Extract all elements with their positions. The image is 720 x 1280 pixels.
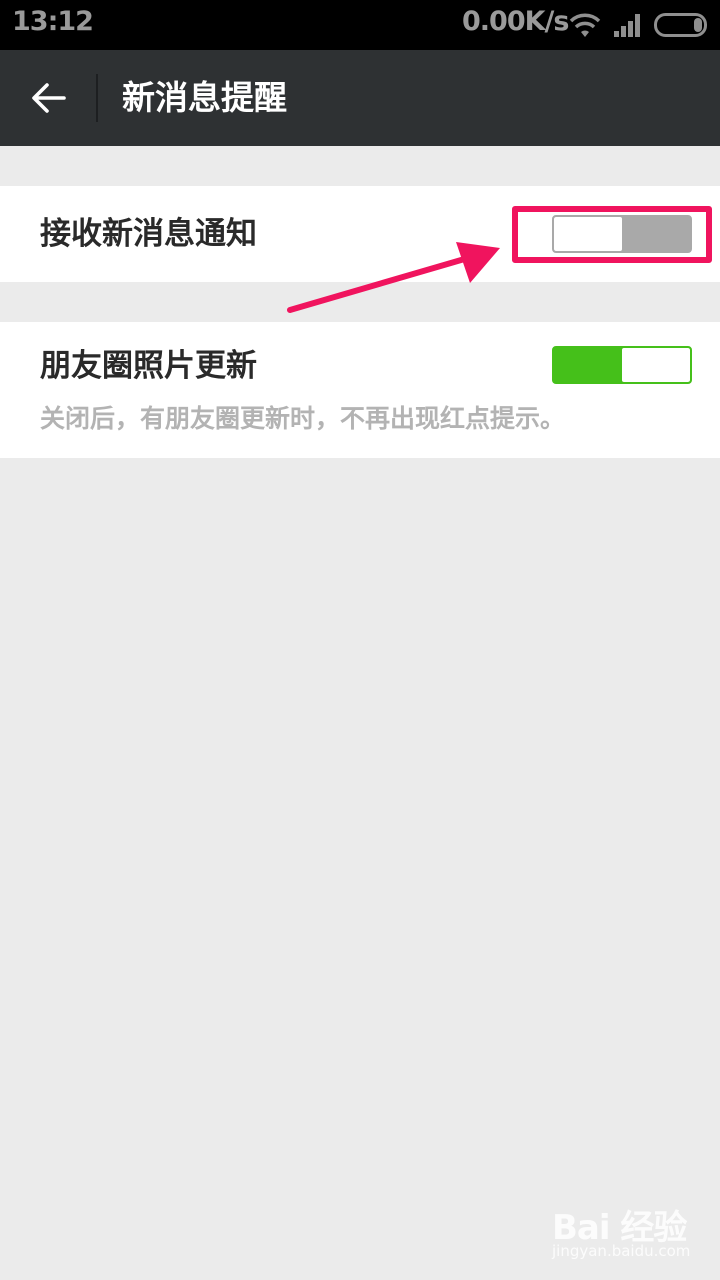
screen: 13:12 0.00K/s 新消息提醒 接收新消息通知 朋友圈照片更新 关闭后，… bbox=[0, 0, 720, 1280]
setting-label: 朋友圈照片更新 bbox=[40, 348, 257, 384]
status-time: 13:12 bbox=[12, 6, 94, 37]
battery-icon bbox=[654, 13, 707, 37]
wifi-icon bbox=[569, 13, 601, 37]
setting-row-moments-update[interactable]: 朋友圈照片更新 关闭后，有朋友圈更新时，不再出现红点提示。 bbox=[0, 322, 720, 458]
highlight-box bbox=[512, 206, 712, 263]
network-speed: 0.00K/s bbox=[462, 6, 569, 37]
watermark-url: jingyan.baidu.com bbox=[552, 1242, 691, 1260]
signal-icon bbox=[614, 14, 640, 37]
setting-label: 接收新消息通知 bbox=[40, 216, 257, 252]
arrow-left-icon bbox=[32, 83, 66, 113]
title-bar: 新消息提醒 bbox=[0, 50, 720, 146]
page-title: 新消息提醒 bbox=[122, 78, 287, 117]
moments-update-toggle[interactable] bbox=[552, 346, 692, 384]
setting-description: 关闭后，有朋友圈更新时，不再出现红点提示。 bbox=[40, 404, 566, 433]
title-divider bbox=[96, 74, 98, 122]
back-button[interactable] bbox=[18, 68, 78, 128]
toggle-knob bbox=[622, 348, 690, 382]
watermark: Bai 经验 jingyan.baidu.com bbox=[552, 1196, 712, 1266]
status-bar: 13:12 0.00K/s bbox=[0, 0, 720, 50]
